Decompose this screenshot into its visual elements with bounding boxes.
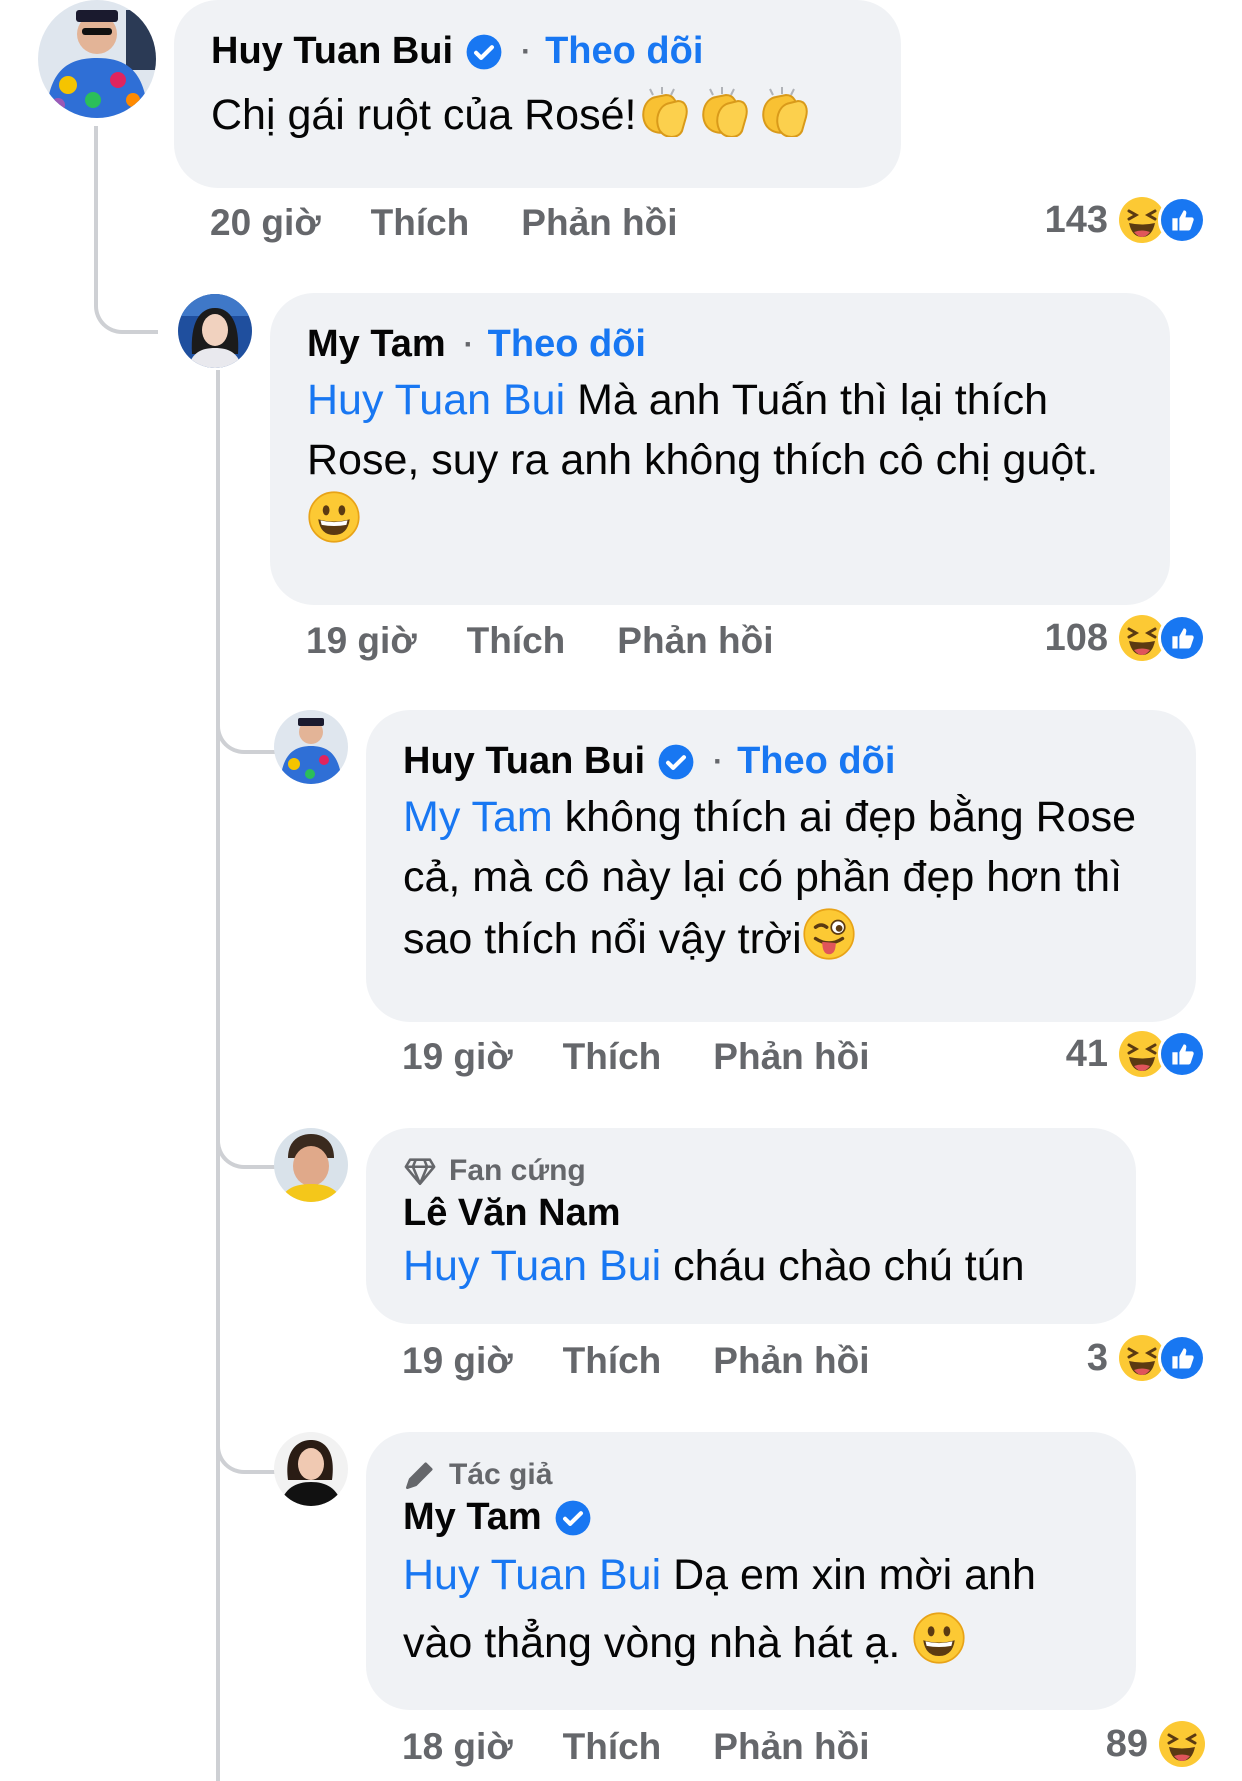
mention-link[interactable]: Huy Tuan Bui — [307, 376, 565, 424]
comment-bubble: Huy Tuan Bui · Theo dõi My Tam không thí… — [366, 710, 1196, 1022]
like-button[interactable]: Thích — [563, 1340, 662, 1382]
comment-text: Huy Tuan Bui Mà anh Tuấn thì lại thích R… — [307, 370, 1134, 560]
thread-curve-3 — [216, 1105, 282, 1169]
like-button[interactable]: Thích — [371, 202, 470, 244]
like-button[interactable]: Thích — [563, 1726, 662, 1768]
timestamp[interactable]: 19 giờ — [402, 1036, 513, 1078]
comment-actions: 19 giờ Thích Phản hồi — [306, 620, 774, 662]
avatar[interactable] — [38, 0, 156, 118]
thread-curve-2 — [216, 690, 282, 754]
haha-reaction-icon — [1158, 1720, 1206, 1768]
clapping-hands-icon — [636, 81, 816, 154]
grinning-face-icon — [912, 1611, 966, 1685]
follow-button[interactable]: Theo dõi — [488, 323, 646, 366]
comment-bubble: Fan cứng Lê Văn Nam Huy Tuan Bui cháu ch… — [366, 1128, 1136, 1324]
comment-actions: 18 giờ Thích Phản hồi — [402, 1726, 870, 1768]
author-name[interactable]: Huy Tuan Bui — [403, 740, 645, 783]
timestamp[interactable]: 20 giờ — [210, 202, 321, 244]
avatar[interactable] — [274, 1432, 348, 1506]
timestamp[interactable]: 19 giờ — [402, 1340, 513, 1382]
avatar[interactable] — [274, 1128, 348, 1202]
reaction-count: 89 — [1105, 1722, 1148, 1765]
like-button[interactable]: Thích — [467, 620, 566, 662]
comment-actions: 19 giờ Thích Phản hồi — [402, 1036, 870, 1078]
mention-link[interactable]: Huy Tuan Bui — [403, 1242, 661, 1290]
reply-button[interactable]: Phản hồi — [521, 202, 677, 244]
like-reaction-icon — [1158, 614, 1206, 662]
reaction-summary[interactable]: 89 — [1106, 1720, 1206, 1768]
like-button[interactable]: Thích — [563, 1036, 662, 1078]
author-name[interactable]: My Tam — [403, 1496, 542, 1539]
verified-badge-icon — [554, 1499, 592, 1537]
author-badge: Tác giả — [403, 1458, 1100, 1492]
author-name[interactable]: Huy Tuan Bui — [211, 30, 453, 73]
comment-bubble: Huy Tuan Bui · Theo dõi Chị gái ruột của… — [174, 0, 901, 188]
comment-bubble: Tác giả My Tam Huy Tuan Bui Dạ em xin mờ… — [366, 1432, 1136, 1710]
grinning-face-icon — [307, 490, 361, 560]
comment-text: My Tam không thích ai đẹp bằng Rose cả, … — [403, 787, 1160, 977]
comment-text: Huy Tuan Bui cháu chào chú tún — [403, 1242, 1025, 1290]
follow-button[interactable]: Theo dõi — [545, 30, 703, 73]
reaction-summary[interactable]: 108 — [1045, 614, 1206, 662]
reaction-count: 143 — [1044, 198, 1108, 241]
separator-dot: · — [521, 34, 532, 68]
follow-button[interactable]: Theo dõi — [737, 740, 895, 783]
reply-button[interactable]: Phản hồi — [713, 1340, 869, 1382]
thread-line-sub — [216, 370, 220, 1781]
thread-curve-1 — [94, 270, 158, 334]
avatar[interactable] — [274, 710, 348, 784]
mention-link[interactable]: My Tam — [403, 793, 553, 841]
reply-button[interactable]: Phản hồi — [617, 620, 773, 662]
like-reaction-icon — [1158, 196, 1206, 244]
reaction-count: 108 — [1044, 616, 1108, 659]
reply-button[interactable]: Phản hồi — [713, 1726, 869, 1768]
separator-dot: · — [713, 744, 724, 778]
thread-curve-4 — [216, 1410, 282, 1474]
verified-badge-icon — [465, 33, 503, 71]
comment-actions: 19 giờ Thích Phản hồi — [402, 1340, 870, 1382]
timestamp[interactable]: 18 giờ — [402, 1726, 513, 1768]
author-name[interactable]: My Tam — [307, 323, 446, 366]
reaction-count: 41 — [1065, 1032, 1108, 1075]
comment-text: Chị gái ruột của Rosé! — [211, 81, 865, 154]
verified-badge-icon — [657, 743, 695, 781]
author-name[interactable]: Lê Văn Nam — [403, 1192, 621, 1235]
diamond-icon — [404, 1158, 436, 1186]
avatar[interactable] — [178, 294, 252, 368]
like-reaction-icon — [1158, 1030, 1206, 1078]
reaction-summary[interactable]: 41 — [1066, 1030, 1206, 1078]
reaction-summary[interactable]: 3 — [1087, 1334, 1206, 1382]
comment-actions: 20 giờ Thích Phản hồi — [210, 202, 678, 244]
pen-icon — [405, 1462, 433, 1490]
mention-link[interactable]: Huy Tuan Bui — [403, 1551, 661, 1599]
timestamp[interactable]: 19 giờ — [306, 620, 417, 662]
comment-text: Huy Tuan Bui Dạ em xin mời anh vào thẳng… — [403, 1541, 1100, 1685]
fan-badge: Fan cứng — [403, 1154, 1100, 1188]
reaction-count: 3 — [1086, 1336, 1108, 1379]
reply-button[interactable]: Phản hồi — [713, 1036, 869, 1078]
comment-bubble: My Tam · Theo dõi Huy Tuan Bui Mà anh Tu… — [270, 293, 1170, 605]
like-reaction-icon — [1158, 1334, 1206, 1382]
reaction-summary[interactable]: 143 — [1045, 196, 1206, 244]
winking-face-tongue-icon — [802, 907, 856, 977]
separator-dot: · — [463, 327, 474, 361]
